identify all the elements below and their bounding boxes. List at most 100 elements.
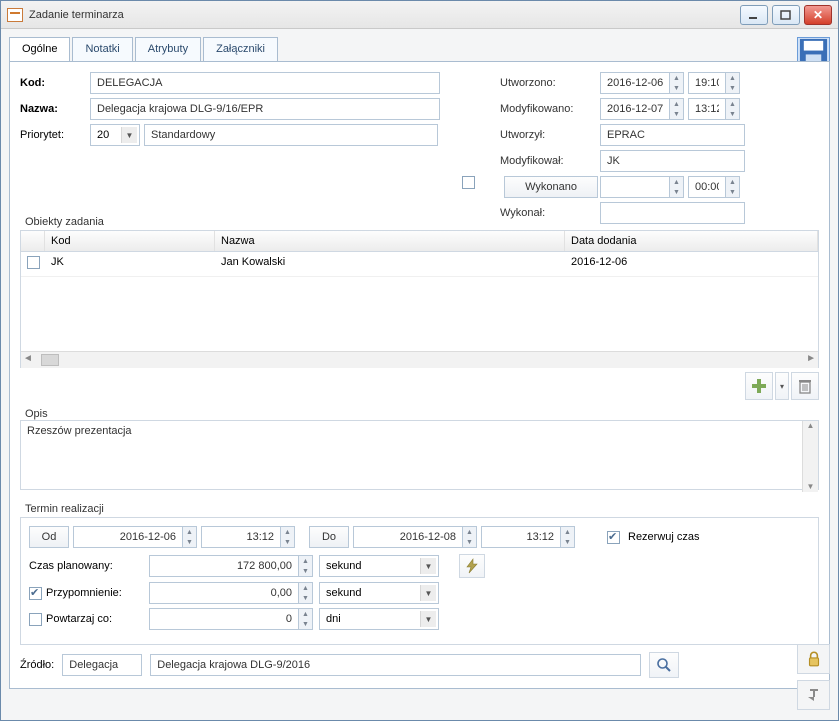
spinner-buttons[interactable]: ▲▼ bbox=[463, 526, 477, 548]
lightning-button[interactable] bbox=[459, 554, 485, 578]
termin-title: Termin realizacji bbox=[22, 503, 107, 515]
czas-input[interactable] bbox=[149, 555, 299, 577]
tab-attachments[interactable]: Załączniki bbox=[203, 37, 278, 61]
powt-checkbox[interactable] bbox=[29, 613, 42, 626]
nazwa-input[interactable] bbox=[90, 98, 440, 120]
window: Zadanie terminarza ✕ ✕ Ogólne Notatki At… bbox=[0, 0, 839, 721]
spinner-buttons[interactable]: ▲▼ bbox=[299, 582, 313, 604]
modyfikowano-time[interactable] bbox=[688, 98, 726, 120]
titlebar: Zadanie terminarza ✕ bbox=[1, 1, 838, 29]
utworzono-label: Utworzono: bbox=[500, 77, 600, 89]
dropdown-arrow-icon: ▼ bbox=[420, 558, 436, 574]
nazwa-label: Nazwa: bbox=[20, 103, 90, 115]
pin-button[interactable] bbox=[797, 680, 830, 710]
powt-unit-combo[interactable]: dni ▼ bbox=[319, 608, 439, 630]
horizontal-scrollbar[interactable] bbox=[21, 351, 818, 368]
spinner-buttons[interactable]: ▲▼ bbox=[299, 555, 313, 577]
spinner-buttons[interactable]: ▲▼ bbox=[726, 72, 740, 94]
col-data[interactable]: Data dodania bbox=[565, 231, 818, 251]
spinner-buttons[interactable]: ▲▼ bbox=[299, 608, 313, 630]
rezerwuj-checkbox[interactable] bbox=[607, 531, 620, 544]
maximize-button[interactable] bbox=[772, 5, 800, 25]
col-kod[interactable]: Kod bbox=[45, 231, 215, 251]
add-button[interactable] bbox=[745, 372, 773, 400]
kod-input[interactable] bbox=[90, 72, 440, 94]
col-nazwa[interactable]: Nazwa bbox=[215, 231, 565, 251]
lock-button[interactable] bbox=[797, 644, 830, 674]
objects-grid[interactable]: Kod Nazwa Data dodania JK Jan Kowalski 2… bbox=[21, 231, 818, 351]
row-nazwa: Jan Kowalski bbox=[215, 252, 565, 276]
app-icon bbox=[7, 8, 23, 22]
przyp-unit-combo[interactable]: sekund ▼ bbox=[319, 582, 439, 604]
minimize-button[interactable] bbox=[740, 5, 768, 25]
tab-attributes[interactable]: Atrybuty bbox=[135, 37, 201, 61]
priorytet-spinner[interactable]: 20 ▼ bbox=[90, 124, 140, 146]
source-type bbox=[62, 654, 142, 676]
dropdown-arrow-icon: ▼ bbox=[420, 585, 436, 601]
window-title: Zadanie terminarza bbox=[29, 9, 124, 21]
source-label: Źródło: bbox=[20, 659, 54, 671]
spinner-buttons[interactable]: ▲▼ bbox=[726, 98, 740, 120]
opis-title: Opis bbox=[22, 408, 51, 420]
spinner-buttons[interactable]: ▲▼ bbox=[670, 72, 684, 94]
vertical-scrollbar[interactable]: ▲ ▼ bbox=[802, 421, 818, 492]
dropdown-arrow-icon: ▼ bbox=[420, 611, 436, 627]
od-date[interactable] bbox=[73, 526, 183, 548]
czas-unit: sekund bbox=[322, 560, 361, 572]
scroll-thumb[interactable] bbox=[41, 354, 59, 366]
tabstrip: Ogólne Notatki Atrybuty Załączniki bbox=[9, 37, 830, 62]
modyfikowano-label: Modyfikowano: bbox=[500, 103, 600, 115]
powt-input[interactable] bbox=[149, 608, 299, 630]
opis-textarea[interactable] bbox=[20, 420, 819, 490]
rezerwuj-label: Rezerwuj czas bbox=[628, 531, 700, 543]
utworzono-date[interactable] bbox=[600, 72, 670, 94]
do-time[interactable] bbox=[481, 526, 561, 548]
table-row[interactable]: JK Jan Kowalski 2016-12-06 bbox=[21, 252, 818, 277]
spinner-buttons[interactable]: ▲▼ bbox=[670, 176, 684, 198]
wykonano-checkbox[interactable] bbox=[462, 176, 475, 189]
tab-general[interactable]: Ogólne bbox=[9, 37, 70, 61]
od-button[interactable]: Od bbox=[29, 526, 69, 548]
powt-label: Powtarzaj co: bbox=[46, 613, 149, 625]
spinner-buttons[interactable]: ▲▼ bbox=[670, 98, 684, 120]
przyp-label: Przypomnienie: bbox=[46, 587, 149, 599]
spinner-buttons[interactable]: ▲▼ bbox=[561, 526, 575, 548]
wykonal-input bbox=[600, 202, 745, 224]
do-button[interactable]: Do bbox=[309, 526, 349, 548]
close-button[interactable]: ✕ bbox=[804, 5, 832, 25]
general-panel: Kod: Nazwa: Priorytet: 20 ▼ bbox=[9, 61, 830, 689]
dropdown-arrow-icon: ▼ bbox=[121, 127, 137, 143]
source-search-button[interactable] bbox=[649, 652, 679, 678]
modyfikowal-input bbox=[600, 150, 745, 172]
przyp-unit: sekund bbox=[322, 587, 361, 599]
do-date[interactable] bbox=[353, 526, 463, 548]
spinner-buttons[interactable]: ▲▼ bbox=[183, 526, 197, 548]
przyp-input[interactable] bbox=[149, 582, 299, 604]
objects-title: Obiekty zadania bbox=[22, 216, 107, 228]
czas-unit-combo[interactable]: sekund ▼ bbox=[319, 555, 439, 577]
add-dropdown-button[interactable]: ▾ bbox=[775, 372, 789, 400]
source-value bbox=[150, 654, 641, 676]
delete-button[interactable] bbox=[791, 372, 819, 400]
przyp-checkbox[interactable] bbox=[29, 587, 42, 600]
modyfikowano-date[interactable] bbox=[600, 98, 670, 120]
wykonano-date[interactable] bbox=[600, 176, 670, 198]
priorytet-text bbox=[144, 124, 438, 146]
wykonano-time[interactable] bbox=[688, 176, 726, 198]
spinner-buttons[interactable]: ▲▼ bbox=[726, 176, 740, 198]
utworzyl-input bbox=[600, 124, 745, 146]
tab-notes[interactable]: Notatki bbox=[72, 37, 132, 61]
utworzono-time[interactable] bbox=[688, 72, 726, 94]
wykonano-button[interactable]: Wykonano bbox=[504, 176, 598, 198]
wykonal-label: Wykonał: bbox=[500, 207, 600, 219]
row-kod: JK bbox=[45, 252, 215, 276]
od-time[interactable] bbox=[201, 526, 281, 548]
powt-unit: dni bbox=[322, 613, 341, 625]
spinner-buttons[interactable]: ▲▼ bbox=[281, 526, 295, 548]
priorytet-value: 20 bbox=[93, 129, 109, 141]
kod-label: Kod: bbox=[20, 77, 90, 89]
row-checkbox[interactable] bbox=[27, 256, 40, 269]
czas-label: Czas planowany: bbox=[29, 560, 149, 572]
utworzyl-label: Utworzył: bbox=[500, 129, 600, 141]
priorytet-label: Priorytet: bbox=[20, 129, 90, 141]
